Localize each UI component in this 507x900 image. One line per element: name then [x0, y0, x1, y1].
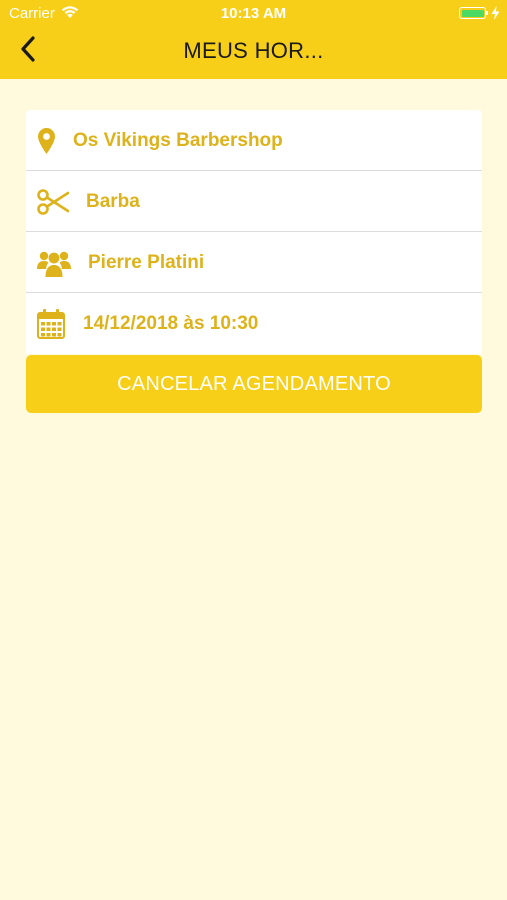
professional-row: Pierre Platini — [26, 232, 482, 293]
appointment-card: Os Vikings Barbershop Barba Pierre Plati… — [26, 110, 482, 354]
datetime-row: 14/12/2018 às 10:30 — [26, 293, 482, 354]
battery-tip — [486, 11, 488, 15]
users-icon — [37, 232, 71, 293]
calendar-icon — [37, 293, 65, 354]
cancel-appointment-button[interactable]: CANCELAR AGENDAMENTO — [26, 355, 482, 413]
charging-icon — [491, 6, 500, 24]
top-bar: Carrier 10:13 AM MEUS HOR... — [0, 0, 507, 79]
battery-icon — [459, 7, 488, 19]
scissors-icon — [37, 171, 69, 232]
map-pin-icon — [38, 110, 55, 171]
location-label: Os Vikings Barbershop — [73, 129, 283, 151]
location-row: Os Vikings Barbershop — [26, 110, 482, 171]
status-bar: Carrier 10:13 AM — [0, 0, 507, 28]
battery-level — [461, 9, 484, 17]
service-row: Barba — [26, 171, 482, 232]
professional-label: Pierre Platini — [88, 251, 205, 273]
service-label: Barba — [86, 190, 140, 212]
page-title: MEUS HOR... — [183, 38, 324, 63]
datetime-label: 14/12/2018 às 10:30 — [83, 312, 259, 334]
clock: 10:13 AM — [220, 5, 287, 22]
